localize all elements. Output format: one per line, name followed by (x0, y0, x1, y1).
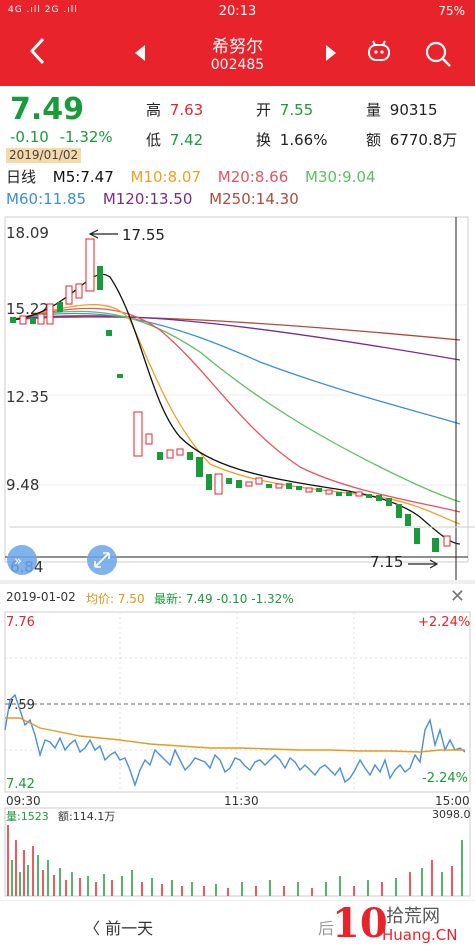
low-arrow (408, 559, 439, 569)
open-value: 7.55 (279, 101, 314, 119)
ma20-label: M20:8.66 (217, 168, 289, 186)
intraday-avg: 均价: 7.50 (86, 592, 145, 606)
change-value: -0.10 (10, 128, 49, 146)
high-label: 高 (146, 101, 162, 119)
selected-date-tag: 2019/01/02 (6, 148, 82, 163)
turnover-label: 换 (256, 131, 272, 149)
search-icon[interactable] (424, 40, 452, 68)
stock-name: 希努尔 (212, 37, 263, 57)
intraday-volume-max: 3098.0 (432, 808, 471, 821)
previous-day-button[interactable]: 〈 前一天 (84, 915, 153, 939)
intraday-volume-label: 量:1523 (6, 810, 49, 823)
intraday-pct-top: +2.24% (418, 615, 470, 630)
ma250-label: M250:14.30 (209, 190, 299, 208)
stock-code: 002485 (210, 57, 265, 73)
robot-assistant-icon[interactable] (366, 40, 392, 62)
watermark-site: Huang.CN (382, 926, 458, 944)
intraday-y-top: 7.76 (6, 615, 35, 630)
intraday-latest: 最新: 7.49 -0.10 -1.32% (154, 592, 294, 606)
status-bar: 4G .ıll 2G .ıll 20:13 75% (0, 0, 475, 24)
ma-legend-row-2: M60:11.85 M120:13.50 M250:14.30 (6, 190, 311, 208)
intraday-date: 2019-01-02 (6, 590, 76, 604)
high-arrow (88, 229, 118, 239)
kline-y-label-top: 18.09 (6, 224, 49, 242)
high-value: 7.63 (169, 101, 204, 119)
kline-chart[interactable]: 18.09 15.22 12.35 9.48 6.84 (0, 212, 475, 580)
intraday-header: 2019-01-02 均价: 7.50 最新: 7.49 -0.10 -1.32… (0, 584, 475, 610)
amount-stat: 额 6770.8万 (366, 129, 457, 150)
volume-value: 90315 (389, 101, 438, 119)
price-change: -0.10 -1.32% (10, 128, 113, 146)
intraday-volume-bars (7, 825, 463, 896)
current-price: 7.49 (10, 92, 85, 127)
close-icon[interactable]: ✕ (450, 586, 465, 607)
ma30-label: M30:9.04 (305, 168, 376, 186)
low-label: 低 (146, 131, 162, 149)
open-stat: 开 7.55 (256, 99, 313, 120)
kline-high-annotation: 17.55 (122, 226, 165, 244)
time-label-open: 09:30 (6, 794, 41, 808)
next-stock-icon[interactable] (325, 44, 337, 67)
amount-value: 6770.8万 (389, 131, 458, 149)
ma10-label: M10:8.07 (130, 168, 201, 186)
intraday-pct-bottom: -2.24% (422, 771, 468, 786)
turnover-value: 1.66% (279, 131, 328, 149)
watermark-site-cn: 拾荒网 (386, 906, 440, 927)
ma250-line (9, 316, 461, 341)
ma-legend-row-1: 日线 M5:7.47 M10:8.07 M20:8.66 M30:9.04 (6, 166, 388, 187)
kline-y-label-4: 9.48 (6, 476, 39, 494)
time-label-mid: 11:30 (224, 794, 259, 808)
intraday-y-bottom: 7.42 (6, 777, 35, 792)
intraday-avg-line (5, 717, 465, 753)
intraday-chart[interactable]: 7.76 7.59 7.42 +2.24% -2.24% 09:30 11:30… (0, 610, 475, 930)
amount-label: 额 (366, 131, 382, 149)
high-stat: 高 7.63 (146, 99, 203, 120)
ma10-line (9, 304, 461, 525)
turnover-stat: 换 1.66% (256, 129, 327, 150)
ma120-label: M120:13.50 (102, 190, 193, 208)
battery-level: 75% (438, 4, 465, 18)
volume-label: 量 (366, 101, 382, 119)
collapse-chart-icon[interactable]: » (7, 545, 37, 575)
site-watermark: 10 拾荒网 Huang.CN (330, 898, 470, 950)
ma60-label: M60:11.85 (6, 190, 87, 208)
low-stat: 低 7.42 (146, 129, 203, 150)
ma5-label: M5:7.47 (52, 168, 114, 186)
volume-stat: 量 90315 (366, 99, 438, 120)
kline-low-annotation: 7.15 (370, 553, 403, 571)
clock: 20:13 (218, 4, 257, 19)
kline-y-label-3: 12.35 (6, 388, 49, 406)
intraday-price-line (4, 693, 466, 788)
open-label: 开 (256, 101, 272, 119)
intraday-amount-label: 额:114.1万 (58, 810, 115, 823)
watermark-number: 10 (332, 900, 388, 947)
fullscreen-icon[interactable] (87, 545, 117, 575)
stock-header: 希努尔 002485 (0, 24, 475, 86)
svg-text:»: » (14, 554, 22, 569)
change-percent: -1.32% (59, 128, 113, 146)
low-value: 7.42 (169, 131, 204, 149)
time-label-close: 15:00 (435, 794, 470, 808)
daily-period-label[interactable]: 日线 (6, 168, 36, 186)
ma60-line (9, 312, 461, 425)
ma20-line (9, 307, 461, 513)
